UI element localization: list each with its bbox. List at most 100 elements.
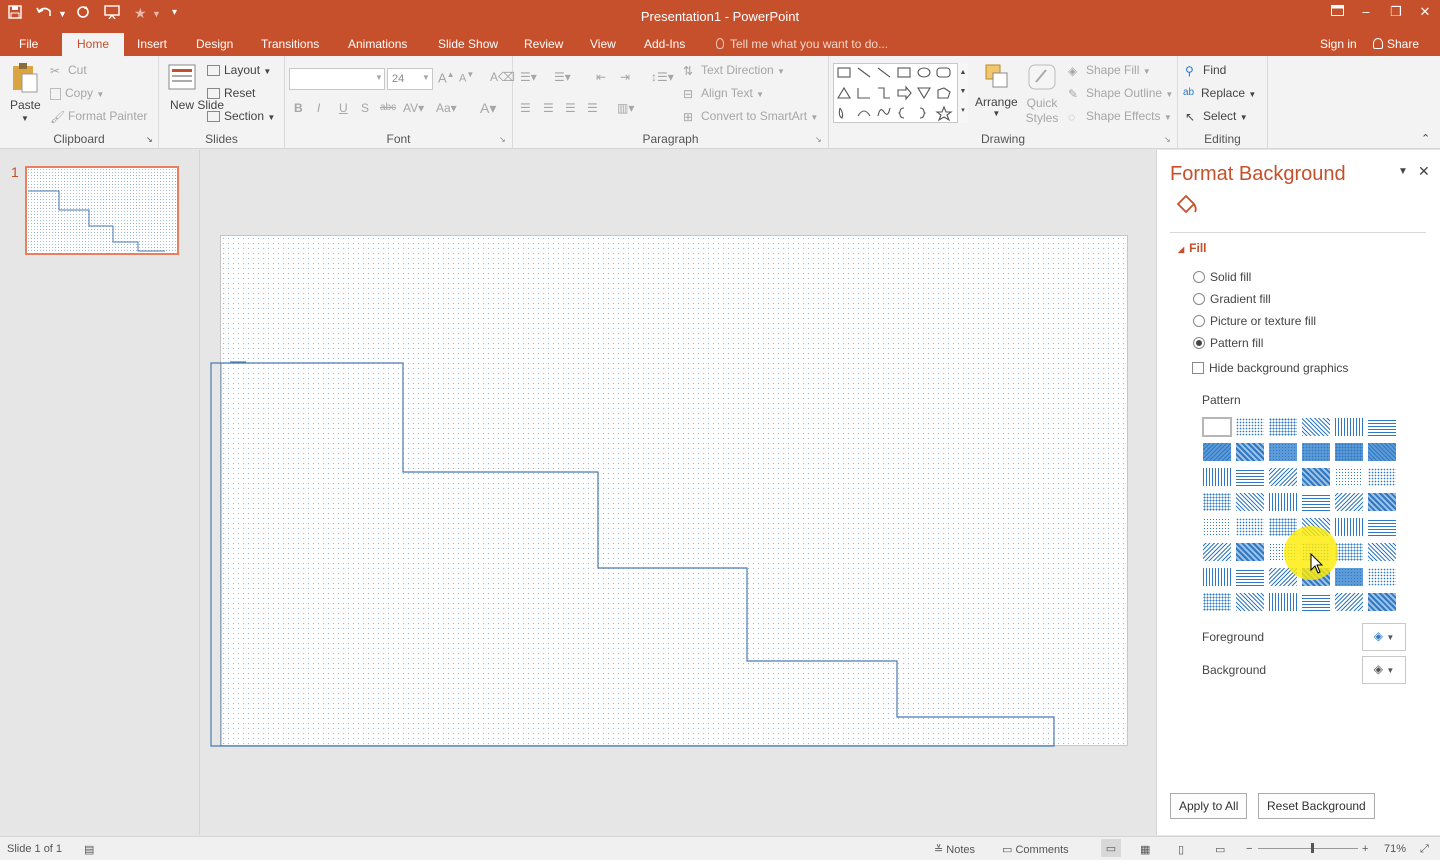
maximize-button[interactable]: ❐	[1386, 4, 1406, 20]
pattern-swatch[interactable]	[1301, 417, 1331, 437]
pattern-fill-option[interactable]: Pattern fill	[1193, 336, 1263, 350]
tab-transitions[interactable]: Transitions	[261, 37, 319, 51]
align-right-icon[interactable]: ☰	[565, 101, 576, 115]
picture-fill-option[interactable]: Picture or texture fill	[1193, 314, 1316, 328]
notes-button[interactable]: ≚ Notes	[934, 843, 975, 856]
pattern-swatch[interactable]	[1334, 492, 1364, 512]
tab-add-ins[interactable]: Add-Ins	[644, 37, 685, 51]
align-center-icon[interactable]: ☰	[543, 101, 554, 115]
text-direction-button[interactable]: ⇅ Text Direction ▼	[683, 63, 785, 78]
dialog-launcher-icon[interactable]: ↘	[146, 135, 153, 144]
tab-slide-show[interactable]: Slide Show	[438, 37, 498, 51]
zoom-level[interactable]: 71%	[1384, 843, 1406, 855]
pattern-swatch[interactable]	[1235, 567, 1265, 587]
solid-fill-option[interactable]: Solid fill	[1193, 270, 1251, 284]
paste-label[interactable]: Paste	[10, 98, 41, 112]
fit-to-window-icon[interactable]: ⤢	[1420, 843, 1429, 856]
pane-options-icon[interactable]: ▼	[1398, 166, 1408, 177]
shapes-gallery[interactable]	[833, 63, 968, 123]
share-button[interactable]: Share	[1373, 37, 1419, 51]
pattern-swatch[interactable]	[1235, 592, 1265, 612]
sign-in-link[interactable]: Sign in	[1320, 37, 1357, 51]
paragraph-dialog-launcher-icon[interactable]: ↘	[815, 135, 822, 144]
pattern-swatch[interactable]	[1334, 542, 1364, 562]
solid-fill-radio[interactable]	[1193, 271, 1205, 283]
align-left-icon[interactable]: ☰	[520, 101, 531, 115]
bullets-icon[interactable]: ☰▾	[520, 70, 537, 84]
convert-smartart-button[interactable]: ⊞ Convert to SmartArt ▼	[683, 109, 818, 124]
line-spacing-icon[interactable]: ↕☰▾	[651, 70, 674, 84]
pattern-swatch[interactable]	[1235, 442, 1265, 462]
tab-review[interactable]: Review	[524, 37, 563, 51]
align-text-button[interactable]: ⊟ Align Text ▼	[683, 86, 764, 101]
zoom-slider-thumb[interactable]	[1311, 843, 1314, 853]
font-name-dropdown-icon[interactable]: ▼	[375, 73, 383, 82]
pattern-swatch[interactable]	[1235, 467, 1265, 487]
pattern-swatch[interactable]	[1334, 467, 1364, 487]
tab-file[interactable]: File	[19, 37, 38, 51]
select-button[interactable]: ↖ Select ▼	[1185, 109, 1248, 124]
normal-view-icon[interactable]: ▭	[1101, 839, 1121, 857]
reset-button[interactable]: Reset	[207, 86, 255, 100]
fill-tab-icon[interactable]	[1173, 192, 1199, 221]
shape-fill-button[interactable]: ◈ Shape Fill ▼	[1068, 63, 1151, 78]
pattern-swatch[interactable]	[1367, 417, 1397, 437]
pattern-swatch[interactable]	[1367, 542, 1397, 562]
shape-outline-button[interactable]: ✎ Shape Outline ▼	[1068, 86, 1173, 101]
pattern-swatch[interactable]	[1268, 492, 1298, 512]
pattern-swatch[interactable]	[1334, 517, 1364, 537]
underline-icon[interactable]: U	[339, 101, 348, 115]
font-color-icon[interactable]: A▾	[480, 100, 496, 117]
zoom-in-button[interactable]: +	[1362, 843, 1368, 855]
background-color-button[interactable]: ◈ ▼	[1362, 656, 1406, 684]
decrease-font-icon[interactable]: A▼	[459, 70, 474, 85]
shadow-icon[interactable]: S	[361, 101, 369, 115]
reading-view-icon[interactable]: ▯	[1178, 843, 1184, 856]
comments-button[interactable]: ▭ Comments	[1002, 843, 1069, 856]
font-name-input[interactable]	[289, 68, 385, 90]
pattern-fill-radio[interactable]	[1193, 337, 1205, 349]
minimize-button[interactable]: –	[1356, 4, 1376, 19]
pattern-swatch[interactable]	[1334, 417, 1364, 437]
zoom-out-button[interactable]: −	[1246, 843, 1252, 855]
tab-design[interactable]: Design	[196, 37, 233, 51]
paste-dropdown-icon[interactable]: ▼	[21, 114, 29, 123]
fill-section-header[interactable]: ◢ Fill	[1178, 241, 1207, 255]
picture-fill-radio[interactable]	[1193, 315, 1205, 327]
pattern-swatch[interactable]	[1334, 592, 1364, 612]
layout-button[interactable]: Layout ▼	[207, 63, 271, 77]
paste-button[interactable]	[9, 62, 41, 97]
pattern-swatch[interactable]	[1235, 517, 1265, 537]
increase-font-icon[interactable]: A▲	[438, 70, 455, 85]
cut-button[interactable]: ✂ Cut	[50, 63, 87, 78]
pattern-swatch[interactable]	[1367, 517, 1397, 537]
foreground-color-button[interactable]: ◈ ▼	[1362, 623, 1406, 651]
increase-indent-icon[interactable]: ⇥	[620, 70, 630, 84]
pattern-swatch[interactable]	[1202, 417, 1232, 437]
reset-background-button[interactable]: Reset Background	[1258, 793, 1375, 819]
numbering-icon[interactable]: ☰▾	[554, 70, 571, 84]
pattern-swatch[interactable]	[1202, 592, 1232, 612]
columns-icon[interactable]: ▥▾	[617, 101, 634, 115]
find-button[interactable]: ⚲ Find	[1185, 63, 1226, 78]
clear-formatting-icon[interactable]: A⌫	[490, 70, 515, 84]
close-icon[interactable]: ✕	[1418, 163, 1430, 180]
shape-effects-button[interactable]: ◌ Shape Effects ▼	[1068, 109, 1172, 124]
drawing-dialog-launcher-icon[interactable]: ↘	[1164, 135, 1171, 144]
pattern-swatch[interactable]	[1268, 442, 1298, 462]
hide-graphics-option[interactable]: Hide background graphics	[1192, 361, 1348, 375]
pattern-swatch[interactable]	[1268, 592, 1298, 612]
pattern-swatch[interactable]	[1367, 467, 1397, 487]
new-slide-button[interactable]	[166, 62, 198, 95]
strikethrough-icon[interactable]: abc	[380, 102, 396, 113]
ribbon-display-icon[interactable]	[1327, 4, 1347, 19]
pattern-swatch[interactable]	[1202, 442, 1232, 462]
arrange-button[interactable]: Arrange ▼	[975, 62, 1018, 118]
change-case-icon[interactable]: Aa▾	[436, 101, 457, 115]
section-button[interactable]: Section ▼	[207, 109, 275, 123]
pattern-swatch[interactable]	[1235, 417, 1265, 437]
tab-home[interactable]: Home	[62, 33, 125, 56]
copy-button[interactable]: Copy ▼	[50, 86, 104, 100]
tab-animations[interactable]: Animations	[348, 37, 407, 51]
pattern-swatch[interactable]	[1334, 567, 1364, 587]
